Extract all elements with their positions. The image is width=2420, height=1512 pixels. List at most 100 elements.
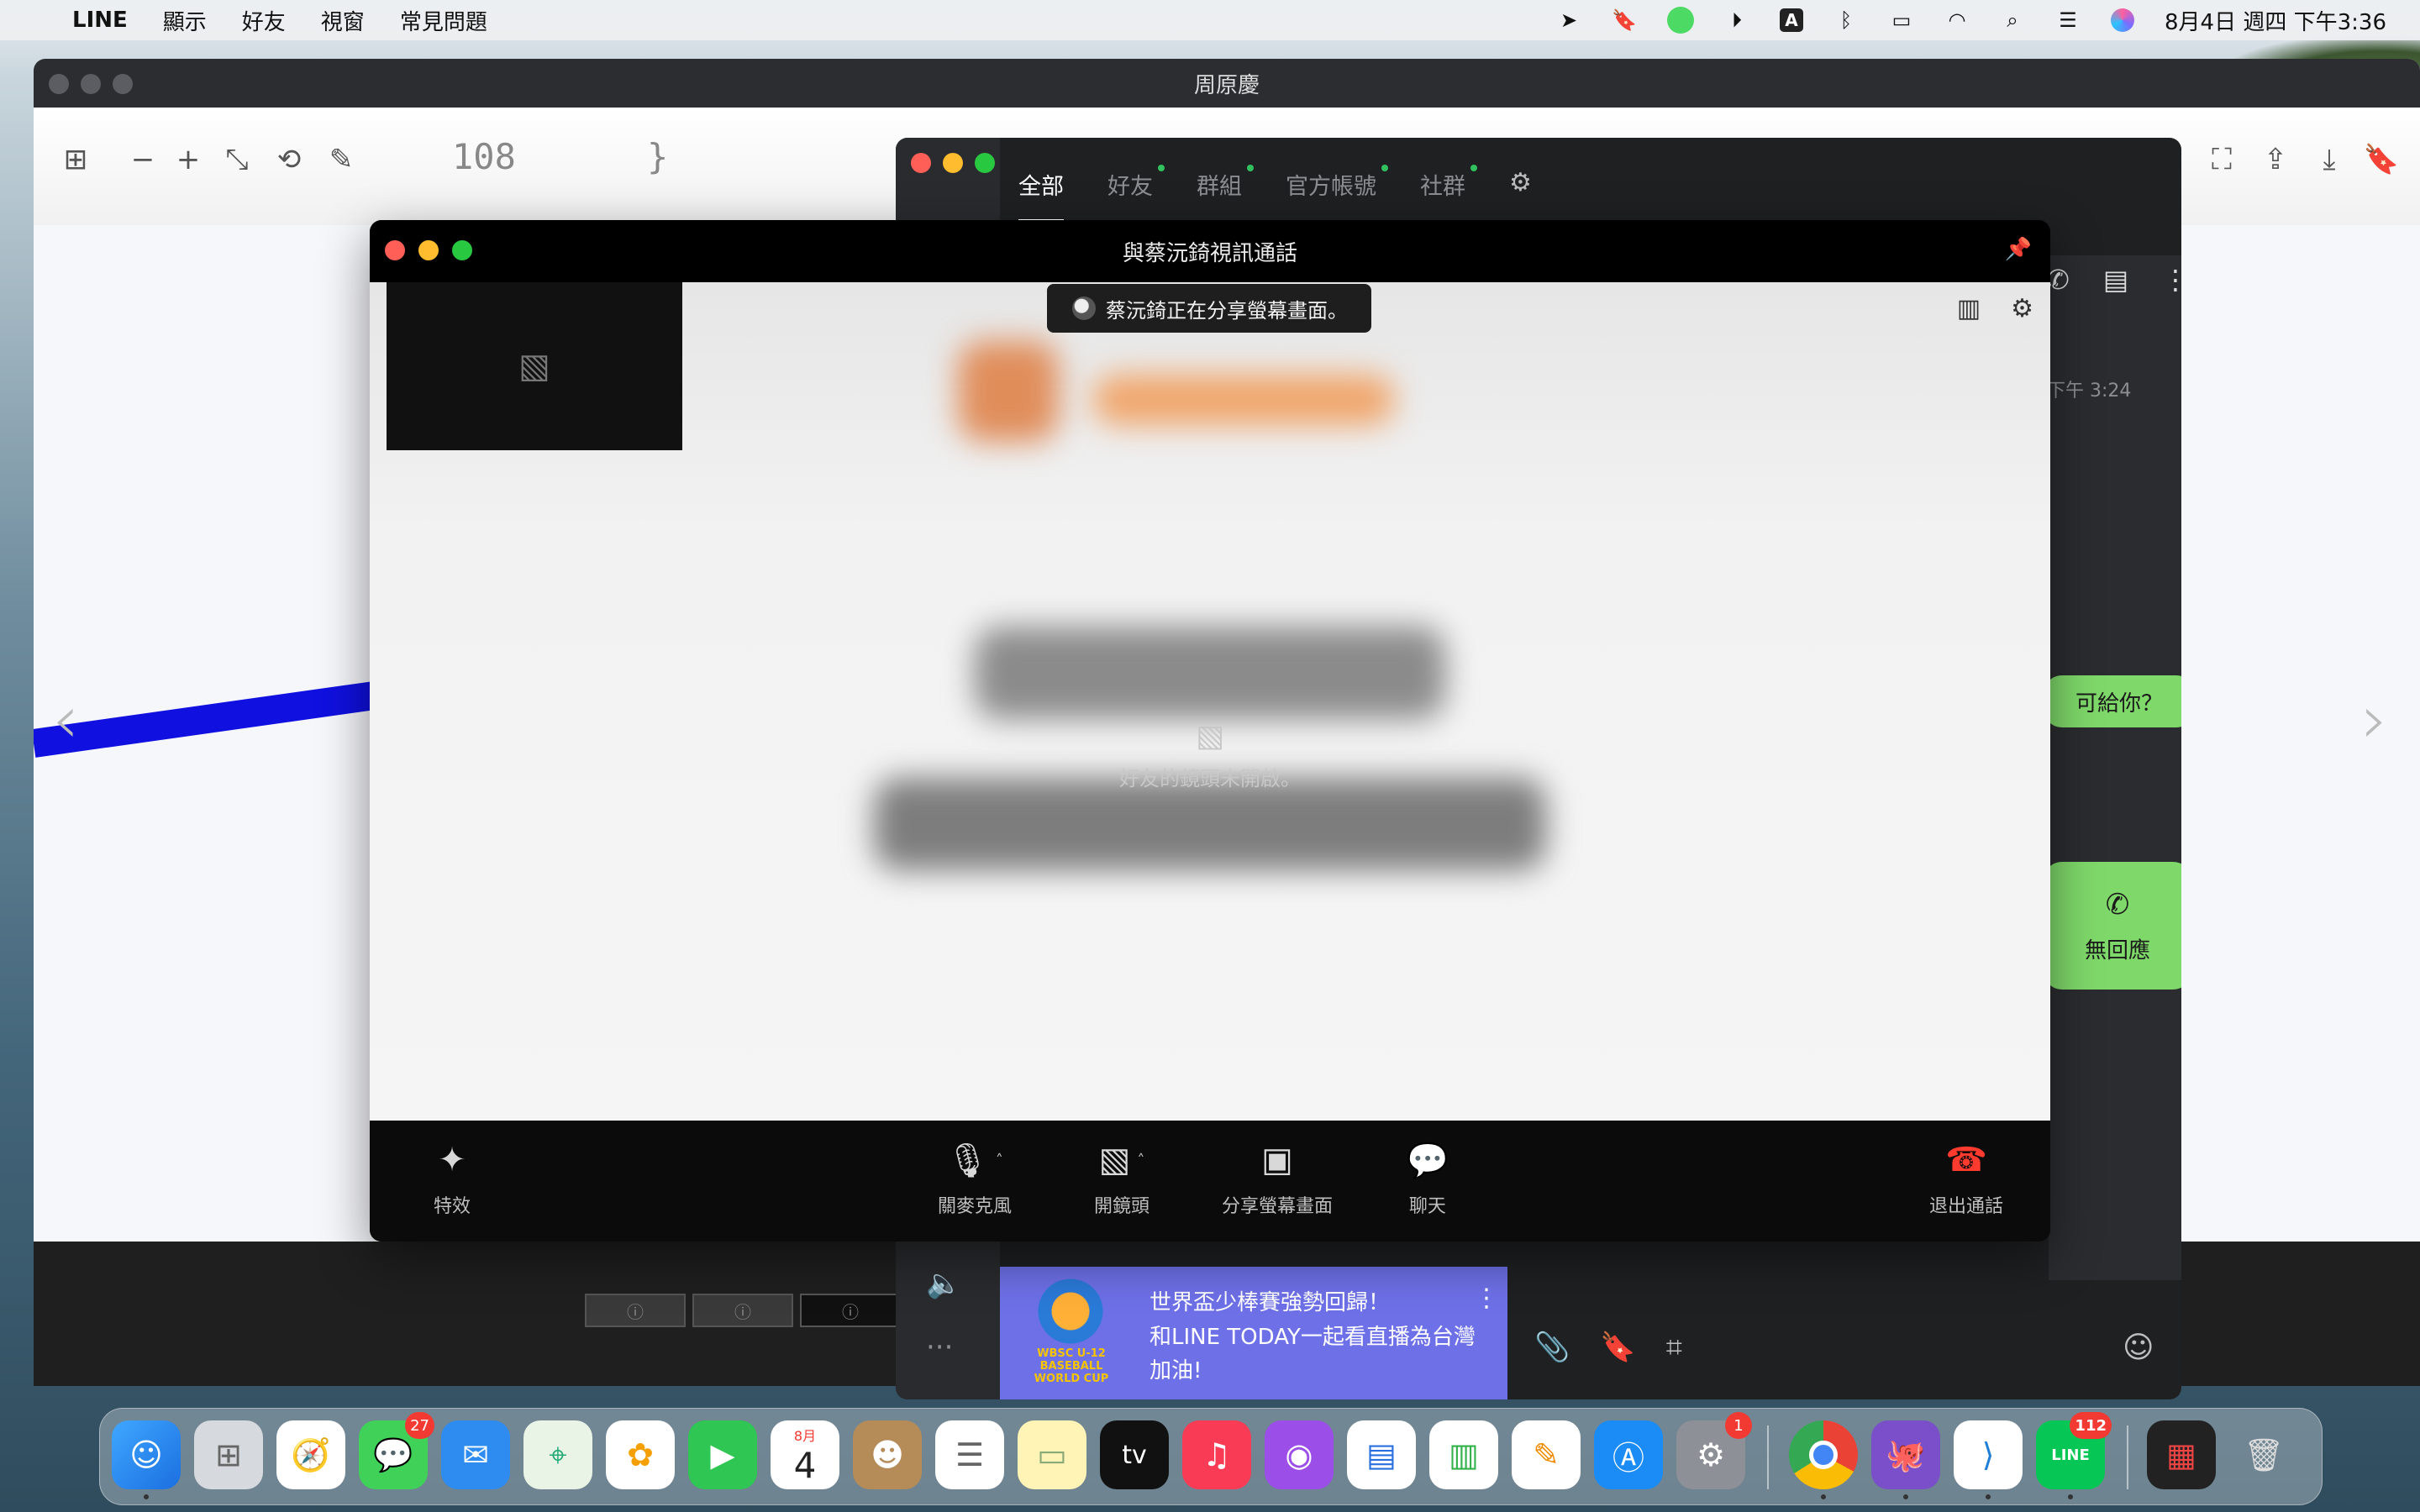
line-zoom-button[interactable] [975, 153, 995, 173]
tab-groups[interactable]: 群組 [1197, 165, 1254, 222]
filmstrip-thumb[interactable]: ⓘ [692, 1294, 793, 1327]
settings-icon[interactable]: ⚙ [2011, 294, 2033, 323]
download-icon[interactable]: ⤓ [2312, 143, 2346, 176]
tab-all[interactable]: 全部 [1018, 168, 1064, 222]
call-close-button[interactable] [385, 240, 405, 260]
battery-icon[interactable]: ▭ [1889, 8, 1914, 32]
attach-icon[interactable]: 📎 [1534, 1331, 1570, 1364]
reminders-icon[interactable]: ☰ [935, 1420, 1004, 1489]
effects-button[interactable]: ✦ 特效 [434, 1141, 471, 1218]
bookmark-icon[interactable]: 🔖 [2364, 143, 2399, 176]
tab-friends[interactable]: 好友 [1107, 165, 1165, 222]
menu-window[interactable]: 視窗 [321, 5, 365, 36]
minimized-window-thumbnail[interactable]: ▦ [2147, 1420, 2216, 1489]
menu-faq[interactable]: 常見問題 [400, 5, 487, 36]
menubar-clock[interactable]: 8月4日 週四 下午3:36 [2165, 5, 2386, 36]
previous-arrow-icon[interactable]: ‹ [52, 680, 79, 759]
viewer-close-button[interactable] [49, 74, 69, 94]
speaker-icon[interactable]: 🔈 [926, 1267, 961, 1300]
trash-icon[interactable]: 🗑 [2229, 1420, 2298, 1489]
pages-icon[interactable]: ✎ [1512, 1420, 1581, 1489]
ad-more-icon[interactable]: ⋮ [1474, 1284, 1499, 1313]
contacts-icon[interactable]: ☻ [853, 1420, 922, 1489]
location-icon[interactable]: ➤ [1556, 8, 1581, 32]
line-app-icon[interactable]: LINE 112 [2036, 1412, 2112, 1489]
github-desktop-icon[interactable]: 🐙 [1871, 1420, 1940, 1489]
system-settings-icon[interactable]: ⚙ 1 [1676, 1412, 1752, 1489]
maps-icon[interactable]: ⌖ [523, 1420, 592, 1489]
emoji-icon[interactable]: ☺ [2123, 1331, 2154, 1365]
camera-button[interactable]: ▧ ˄ 開鏡頭 [1094, 1141, 1150, 1218]
finder-icon[interactable]: ☺ [112, 1420, 181, 1489]
input-source-icon[interactable]: A [1780, 8, 1803, 32]
next-arrow-icon[interactable]: › [2361, 680, 2388, 759]
music-icon[interactable]: ♫ [1182, 1420, 1251, 1489]
share-screen-button[interactable]: ▣ 分享螢幕畫面 [1222, 1141, 1333, 1218]
camera-off-icon: ▧ [1195, 719, 1224, 753]
vscode-icon[interactable]: ⟩ [1954, 1420, 2023, 1489]
control-center-icon[interactable]: ☰ [2055, 8, 2081, 32]
viewer-zoom-button[interactable] [113, 74, 133, 94]
tab-official[interactable]: 官方帳號 [1286, 165, 1388, 222]
podcasts-icon[interactable]: ◉ [1265, 1420, 1334, 1489]
ad-banner[interactable]: WBSC U-12 BASEBALL WORLD CUP 世界盃少棒賽強勢回歸！… [1000, 1267, 1507, 1399]
tab-community[interactable]: 社群 [1420, 165, 1477, 222]
missed-call-bubble[interactable]: ✆ 無回應 [2044, 862, 2181, 990]
rotate-icon[interactable]: ⟲ [272, 143, 306, 176]
keynote-icon[interactable]: ▤ [1347, 1420, 1416, 1489]
zoom-out-icon[interactable]: − [126, 143, 160, 176]
markup-icon[interactable]: ✎ [324, 143, 358, 176]
wifi-icon[interactable]: ◠ [1944, 8, 1970, 32]
call-zoom-button[interactable] [452, 240, 472, 260]
notes-icon[interactable]: ▤ [2103, 264, 2128, 296]
keep-icon[interactable]: 🔖 [1600, 1331, 1635, 1364]
new-dot [1247, 165, 1254, 171]
line-minimize-button[interactable] [943, 153, 963, 173]
notes-icon[interactable]: ▭ [1018, 1420, 1086, 1489]
filmstrip-thumb[interactable]: ⓘ [800, 1294, 901, 1327]
layout-icon[interactable]: ▥ [1957, 294, 1981, 323]
bookmark-icon[interactable]: 🔖 [1612, 8, 1637, 32]
filmstrip-thumb[interactable]: ⓘ [585, 1294, 686, 1327]
chevron-up-icon[interactable]: ˄ [1137, 1152, 1144, 1169]
menu-view[interactable]: 顯示 [163, 5, 207, 36]
pin-icon[interactable]: 📌 [2005, 237, 2032, 262]
line-close-button[interactable] [911, 153, 931, 173]
screenshot-icon[interactable]: ⌗ [1666, 1331, 1682, 1364]
zoom-in-icon[interactable]: + [171, 143, 205, 176]
calendar-icon[interactable]: 8月 4 [771, 1420, 839, 1489]
more-dots-icon[interactable]: ··· [926, 1331, 953, 1364]
messages-icon[interactable]: 💬 27 [359, 1412, 434, 1489]
chat-button[interactable]: 💬 聊天 [1407, 1141, 1449, 1218]
safari-icon[interactable]: 🧭 [276, 1420, 345, 1489]
scan-icon[interactable]: ⛶ [2205, 143, 2238, 176]
play-icon[interactable]: ⏵ [1724, 8, 1749, 32]
fit-icon[interactable]: ⤡ [220, 143, 254, 176]
facetime-icon[interactable]: ▶ [688, 1420, 757, 1489]
viewer-minimize-button[interactable] [81, 74, 101, 94]
call-minimize-button[interactable] [418, 240, 439, 260]
chevron-up-icon[interactable]: ˄ [996, 1152, 1003, 1169]
app-store-icon[interactable]: Ⓐ [1594, 1420, 1663, 1489]
filter-icon[interactable]: ⚙ [1509, 168, 1532, 222]
siri-icon[interactable] [2111, 8, 2134, 32]
photos-icon[interactable]: ✿ [606, 1420, 675, 1489]
bluetooth-icon[interactable]: ᛒ [1833, 8, 1859, 32]
share-icon[interactable]: ⇪ [2259, 143, 2292, 176]
numbers-icon[interactable]: ▥ [1429, 1420, 1498, 1489]
leave-call-button[interactable]: ☎ 退出通話 [1929, 1141, 2003, 1218]
app-menu[interactable]: LINE [72, 8, 128, 33]
badge: 27 [405, 1412, 434, 1439]
launchpad-icon[interactable]: ⊞ [194, 1420, 263, 1489]
more-icon[interactable]: ⋮ [2162, 264, 2181, 296]
mail-icon[interactable]: ✉ [441, 1420, 510, 1489]
call-icon[interactable]: ✆ [2047, 264, 2070, 296]
message-bubble[interactable]: 可給你？ [2044, 675, 2181, 727]
chrome-icon[interactable] [1789, 1420, 1858, 1489]
mic-button[interactable]: 🎙 ˄ 關麥克風 [938, 1141, 1012, 1218]
menu-friends[interactable]: 好友 [242, 5, 286, 36]
search-icon[interactable]: ⌕ [2000, 8, 2025, 32]
line-status-icon[interactable] [1667, 7, 1694, 34]
grid-view-icon[interactable]: ⊞ [59, 143, 92, 176]
apple-tv-icon[interactable]: tv [1100, 1420, 1169, 1489]
